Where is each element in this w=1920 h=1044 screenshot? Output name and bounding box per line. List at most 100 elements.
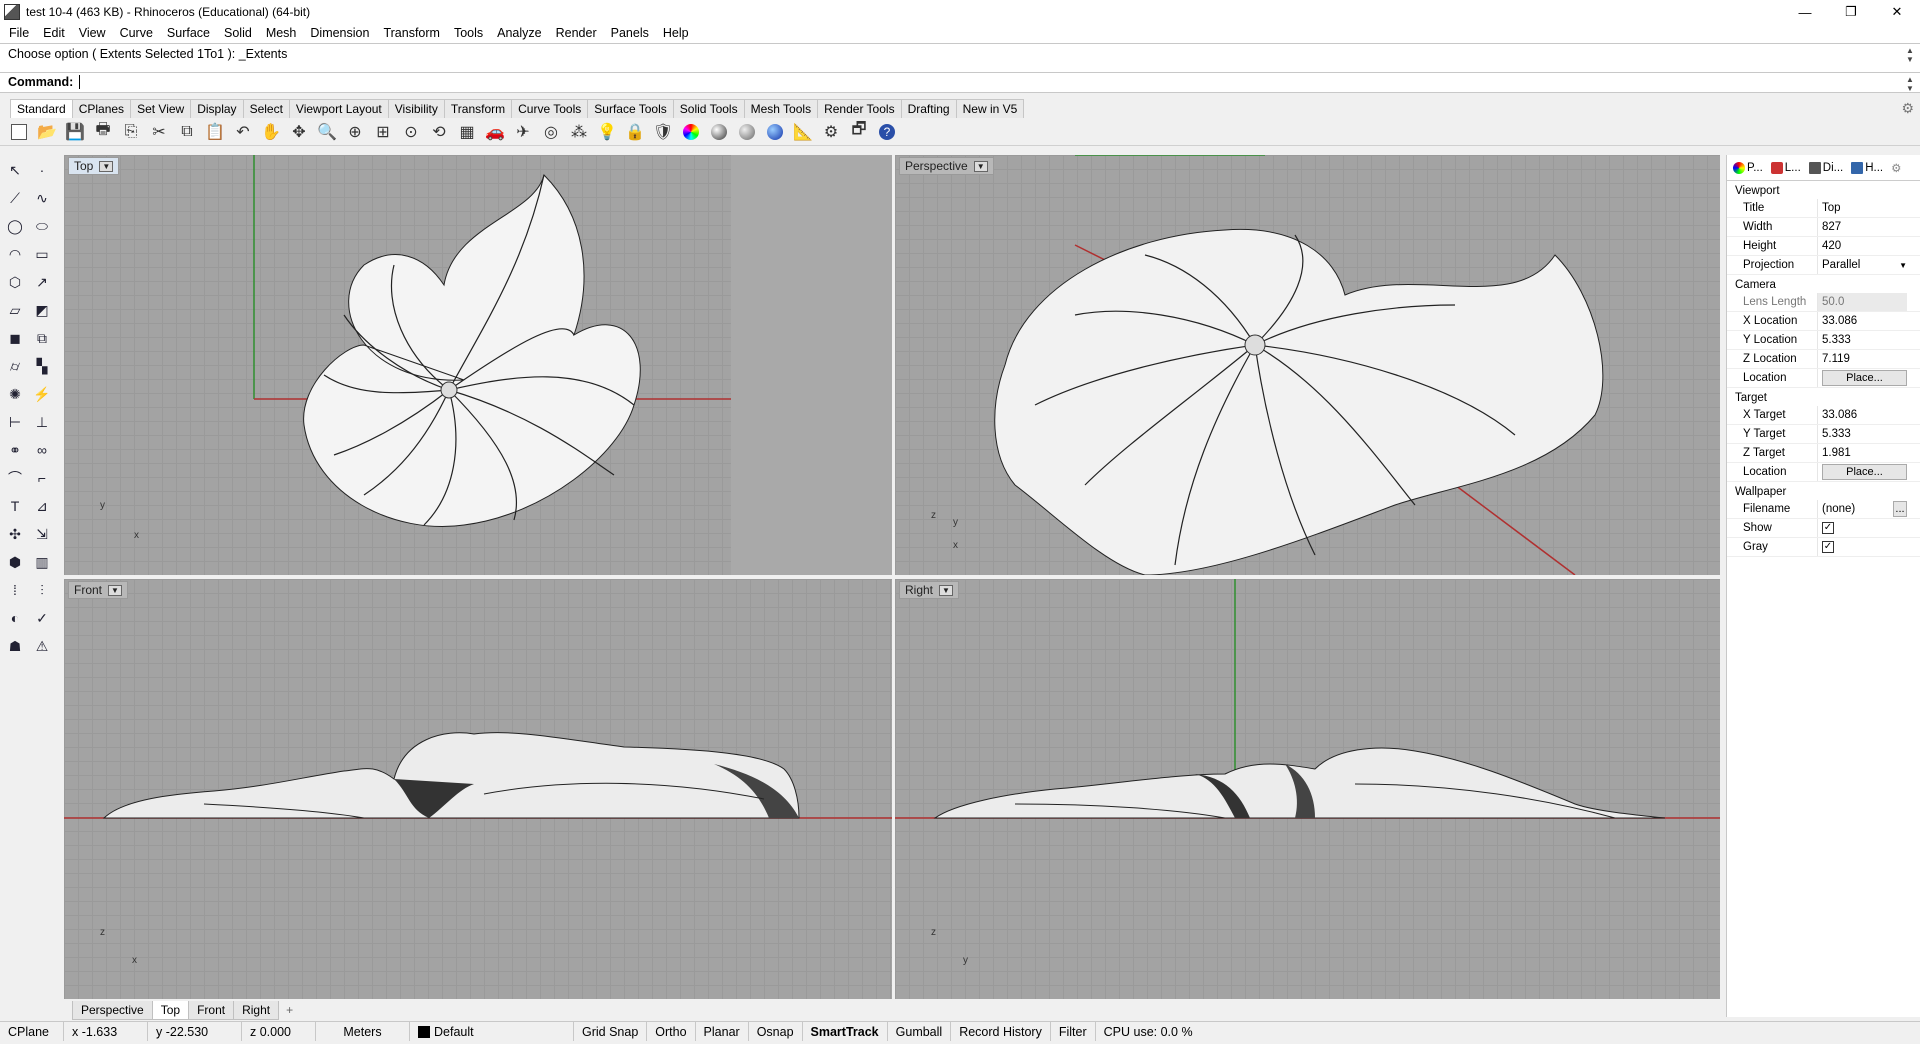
menu-file[interactable]: File <box>2 26 36 40</box>
ellipse-icon[interactable]: ⬭ <box>31 215 53 237</box>
status-grid-snap[interactable]: Grid Snap <box>574 1022 648 1041</box>
group-icon[interactable]: ⚭ <box>4 439 26 461</box>
light-bulb-icon[interactable]: 💡 <box>596 121 618 143</box>
toolbar-gear-icon[interactable]: ⚙ <box>1901 100 1914 117</box>
dimension-icon[interactable]: 📐 <box>792 121 814 143</box>
tab-render-tools[interactable]: Render Tools <box>817 99 902 118</box>
vtab-top[interactable]: Top <box>151 1000 190 1020</box>
box-icon[interactable]: ◼ <box>4 327 26 349</box>
new-file-icon[interactable] <box>8 121 30 143</box>
width-field[interactable]: 827 <box>1817 218 1907 236</box>
options-gears-icon[interactable]: ⚙ <box>820 121 842 143</box>
paste-icon[interactable]: 📋 <box>204 121 226 143</box>
status-planar[interactable]: Planar <box>696 1022 749 1041</box>
curve-icon[interactable]: ∿ <box>31 187 53 209</box>
panel-gear-icon[interactable]: ⚙ <box>1891 161 1901 175</box>
move-icon[interactable]: ✣ <box>4 523 26 545</box>
x-target-field[interactable]: 33.086 <box>1817 406 1907 424</box>
polyline-icon[interactable]: ⟋ <box>4 187 26 209</box>
menu-help[interactable]: Help <box>656 26 696 40</box>
viewport-label-right[interactable]: Right ▼ <box>899 581 959 599</box>
move-view-icon[interactable]: ✥ <box>288 121 310 143</box>
scale-icon[interactable]: ⇲ <box>31 523 53 545</box>
y-location-field[interactable]: 5.333 <box>1817 331 1907 349</box>
open-folder-icon[interactable]: 📂 <box>36 121 58 143</box>
viewport-right[interactable]: Right ▼ z y <box>895 579 1720 999</box>
z-location-field[interactable]: 7.119 <box>1817 350 1907 368</box>
minimize-button[interactable]: — <box>1782 0 1828 24</box>
viewport-label-perspective[interactable]: Perspective ▼ <box>899 157 994 175</box>
analyze-icon[interactable]: ◐ <box>4 607 26 629</box>
copy-icon[interactable]: ⧉ <box>176 121 198 143</box>
select-arrow-icon[interactable]: ↖ <box>4 159 26 181</box>
rendered-sphere-icon[interactable] <box>736 121 758 143</box>
tab-standard[interactable]: Standard <box>10 99 73 118</box>
menu-mesh[interactable]: Mesh <box>259 26 304 40</box>
tab-select[interactable]: Select <box>242 99 290 118</box>
status-filter[interactable]: Filter <box>1051 1022 1096 1041</box>
plane-icon[interactable]: ✈ <box>512 121 534 143</box>
join-icon[interactable]: ⊥ <box>31 411 53 433</box>
menu-dimension[interactable]: Dimension <box>303 26 376 40</box>
tab-drafting[interactable]: Drafting <box>900 99 957 118</box>
tab-display[interactable]: Display <box>190 99 244 118</box>
tab-surface-tools[interactable]: Surface Tools <box>587 99 674 118</box>
help-icon[interactable]: ? <box>876 121 898 143</box>
ruler-icon[interactable]: ▥ <box>31 551 53 573</box>
menu-panels[interactable]: Panels <box>604 26 656 40</box>
tab-viewport-layout[interactable]: Viewport Layout <box>288 99 389 118</box>
status-cplane[interactable]: CPlane <box>0 1022 64 1041</box>
split-icon[interactable]: ⊢ <box>4 411 26 433</box>
arc-icon[interactable]: ◠ <box>4 243 26 265</box>
gray-checkbox[interactable]: ✓ <box>1822 541 1834 553</box>
tab-properties[interactable]: P... <box>1733 161 1763 174</box>
status-units[interactable]: Meters <box>316 1022 410 1041</box>
cylinder-icon[interactable]: ⌭ <box>4 355 26 377</box>
menu-edit[interactable]: Edit <box>36 26 72 40</box>
status-ortho[interactable]: Ortho <box>647 1022 696 1041</box>
viewport-top[interactable]: Top ▼ y x <box>64 155 892 575</box>
status-layer[interactable]: Default <box>410 1022 574 1041</box>
chevron-down-icon[interactable]: ▼ <box>939 584 953 596</box>
menu-surface[interactable]: Surface <box>160 26 217 40</box>
tab-display[interactable]: Di... <box>1808 161 1843 174</box>
shaded-sphere-icon[interactable] <box>708 121 730 143</box>
tab-set-view[interactable]: Set View <box>130 99 192 118</box>
array-icon[interactable]: ⁞ <box>4 579 26 601</box>
chamfer-icon[interactable]: ⌐ <box>31 467 53 489</box>
status-smarttrack[interactable]: SmartTrack <box>803 1022 888 1041</box>
freeform-curve-icon[interactable]: ↗ <box>31 271 53 293</box>
vtab-perspective[interactable]: Perspective <box>72 1000 153 1020</box>
polygon-icon[interactable]: ⬡ <box>4 271 26 293</box>
text-icon[interactable]: T <box>4 495 26 517</box>
rectangle-icon[interactable]: ▭ <box>31 243 53 265</box>
menu-curve[interactable]: Curve <box>113 26 160 40</box>
extrude-surface-icon[interactable]: ◩ <box>31 299 53 321</box>
y-target-field[interactable]: 5.333 <box>1817 425 1907 443</box>
grid-points-icon[interactable]: ⁂ <box>568 121 590 143</box>
zoom-extents-icon[interactable]: ⊞ <box>372 121 394 143</box>
point-icon[interactable]: · <box>31 159 53 181</box>
explode-icon[interactable]: ✺ <box>4 383 26 405</box>
import-icon[interactable]: ⎘ <box>120 121 142 143</box>
z-target-field[interactable]: 1.981 <box>1817 444 1907 462</box>
render-icon[interactable]: ☗ <box>4 635 26 657</box>
circle-icon[interactable]: ◯ <box>4 215 26 237</box>
x-location-field[interactable]: 33.086 <box>1817 312 1907 330</box>
cut-icon[interactable]: ✂ <box>148 121 170 143</box>
save-icon[interactable]: 💾 <box>64 121 86 143</box>
chevron-down-icon[interactable]: ▼ <box>108 584 122 596</box>
add-viewport-tab-icon[interactable]: + <box>278 1003 301 1017</box>
menu-analyze[interactable]: Analyze <box>490 26 548 40</box>
pan-hand-icon[interactable]: ✋ <box>260 121 282 143</box>
close-button[interactable]: ✕ <box>1874 0 1920 24</box>
light-icon[interactable]: ⚠ <box>31 635 53 657</box>
undo-icon[interactable]: ↶ <box>232 121 254 143</box>
projection-select[interactable]: Parallel ▼ <box>1817 256 1907 274</box>
four-viewports-icon[interactable]: ▦ <box>456 121 478 143</box>
status-record-history[interactable]: Record History <box>951 1022 1051 1041</box>
browse-button[interactable]: ... <box>1893 501 1907 517</box>
history-scroll-arrows[interactable]: ▲ ▼ <box>1904 46 1916 64</box>
chevron-down-icon[interactable]: ▼ <box>99 160 114 172</box>
menu-render[interactable]: Render <box>549 26 604 40</box>
